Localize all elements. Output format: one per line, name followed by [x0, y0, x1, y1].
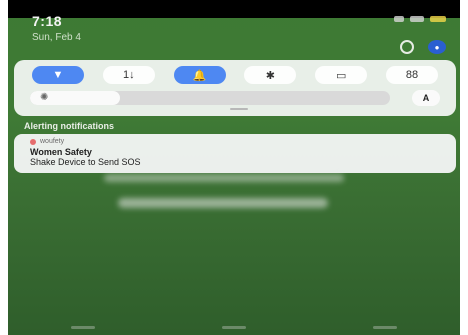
account-icon[interactable]: ● — [428, 40, 446, 54]
settings-gear-icon[interactable] — [400, 40, 414, 54]
date: Sun, Feb 4 — [32, 32, 81, 43]
section-title: Alerting notifications — [24, 121, 114, 131]
apps-grid-icon[interactable]: 88 — [385, 66, 438, 84]
status-icons — [394, 16, 446, 22]
blurred-background-bar — [104, 174, 344, 182]
back-button[interactable] — [372, 326, 397, 329]
quick-tiles: ▼ 1↓ 🔔 ✱ ▭ 88 — [20, 66, 450, 84]
flashlight-icon[interactable]: ▭ — [315, 66, 368, 84]
brightness-slider[interactable]: ✺ — [30, 91, 390, 105]
battery-icon — [430, 16, 446, 22]
data-transfer-icon[interactable]: 1↓ — [102, 66, 155, 84]
clock: 7:18 — [32, 13, 63, 29]
brightness-sun-icon: ✺ — [40, 92, 49, 103]
navigation-bar — [8, 320, 460, 335]
top-black-bar — [8, 0, 460, 18]
notification-title: Women Safety — [30, 147, 92, 157]
bluetooth-icon[interactable]: ✱ — [244, 66, 297, 84]
auto-brightness-button[interactable]: A — [412, 90, 440, 106]
wifi-status-icon — [394, 16, 404, 22]
panel-handle[interactable] — [230, 108, 248, 110]
notification-app-row: woufety — [30, 138, 64, 145]
wifi-icon[interactable]: ▼ — [32, 66, 84, 84]
notification-card[interactable]: woufety Women Safety Shake Device to Sen… — [14, 134, 456, 173]
bell-icon[interactable]: 🔔 — [173, 66, 226, 84]
blurred-background-bar — [118, 198, 328, 208]
recents-button[interactable] — [71, 326, 96, 329]
notification-text: Shake Device to Send SOS — [30, 157, 141, 167]
home-button[interactable] — [221, 326, 246, 329]
notification-app-name: woufety — [40, 138, 65, 145]
app-icon — [30, 138, 36, 145]
header-actions: ● — [400, 40, 446, 54]
phone-screen: 7:18 Sun, Feb 4 ● ▼ 1↓ 🔔 ✱ ▭ 88 ✺ A Alerting … — [8, 0, 460, 335]
signal-icon — [410, 16, 424, 22]
quick-settings-panel: ▼ 1↓ 🔔 ✱ ▭ 88 ✺ A — [14, 60, 456, 116]
